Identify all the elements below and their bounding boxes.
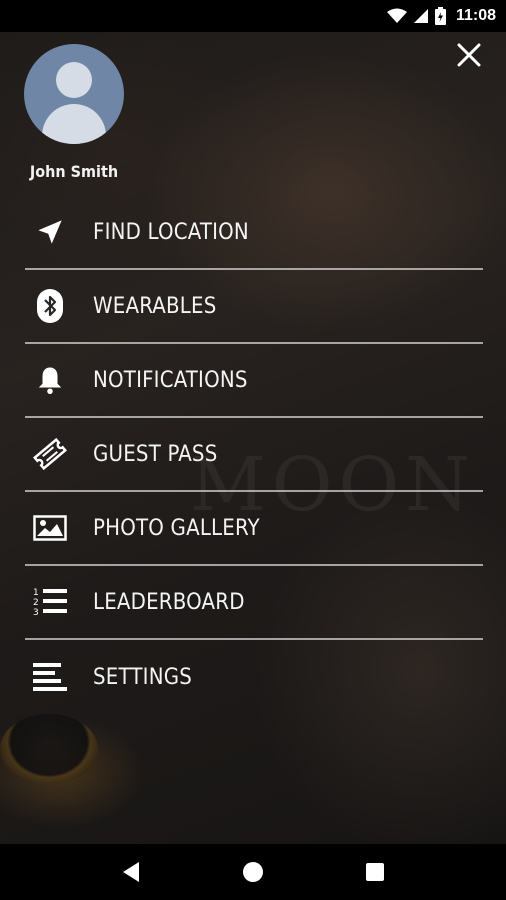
menu-item-label: NOTIFICATIONS [93, 367, 248, 393]
wifi-icon [386, 8, 407, 24]
menu-item-find-location[interactable]: FIND LOCATION [25, 196, 483, 270]
menu-item-label: FIND LOCATION [93, 219, 249, 245]
navigation-arrow-icon [25, 212, 75, 252]
home-icon [243, 862, 263, 882]
drawer-screen: MOON John Smith FIND LOCATION WEARABLES [0, 32, 506, 844]
numbered-list-icon: 123 [25, 582, 75, 622]
svg-text:2: 2 [33, 598, 39, 608]
menu-item-label: SETTINGS [93, 664, 192, 690]
menu-item-wearables[interactable]: WEARABLES [25, 270, 483, 344]
user-profile[interactable]: John Smith [24, 44, 124, 181]
menu-item-label: WEARABLES [93, 293, 217, 319]
image-icon [25, 508, 75, 548]
back-button[interactable] [111, 852, 151, 892]
menu-item-settings[interactable]: SETTINGS [25, 640, 483, 714]
signal-icon [413, 8, 429, 24]
lines-icon [25, 657, 75, 697]
recents-button[interactable] [355, 852, 395, 892]
user-name: John Smith [29, 162, 119, 181]
menu-item-guest-pass[interactable]: GUEST PASS [25, 418, 483, 492]
svg-text:3: 3 [33, 608, 39, 618]
menu-item-notifications[interactable]: NOTIFICATIONS [25, 344, 483, 418]
bluetooth-icon [25, 286, 75, 326]
battery-icon [434, 7, 446, 25]
avatar[interactable] [24, 44, 124, 144]
menu-item-label: GUEST PASS [93, 441, 218, 467]
menu-item-label: LEADERBOARD [93, 589, 245, 615]
close-button[interactable] [454, 40, 484, 70]
recents-icon [366, 863, 384, 881]
home-button[interactable] [233, 852, 273, 892]
menu-item-photo-gallery[interactable]: PHOTO GALLERY [25, 492, 483, 566]
status-time: 11:08 [455, 7, 496, 24]
svg-text:1: 1 [33, 588, 39, 598]
close-icon [457, 43, 481, 67]
drawer-menu: FIND LOCATION WEARABLES NOTIFICATIONS GU… [25, 196, 483, 714]
bell-icon [25, 360, 75, 400]
menu-item-label: PHOTO GALLERY [93, 515, 260, 541]
back-icon [123, 862, 139, 882]
nav-bar [0, 844, 506, 900]
ticket-icon [25, 434, 75, 474]
menu-item-leaderboard[interactable]: 123 LEADERBOARD [25, 566, 483, 640]
status-bar: 11:08 [0, 0, 506, 32]
